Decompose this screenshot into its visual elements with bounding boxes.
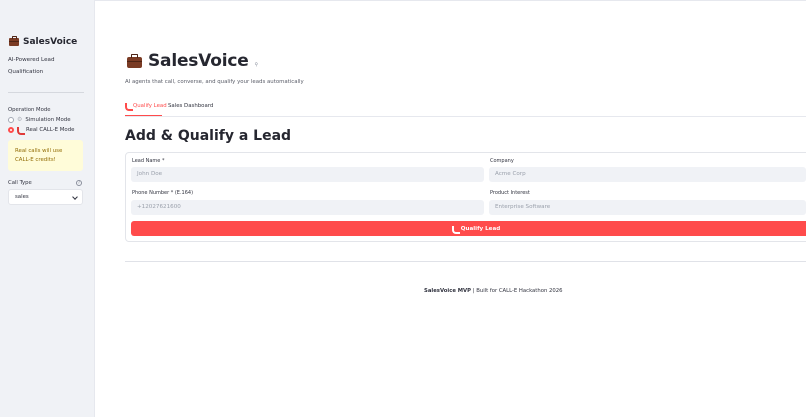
call-type-select[interactable]: sales [8, 189, 83, 205]
radio-button-selected[interactable] [8, 127, 14, 133]
tab-bar: Qualify Lead Sales Dashboard [125, 103, 806, 117]
tab-sales-dashboard[interactable]: Sales Dashboard [168, 103, 213, 109]
radio-button[interactable] [8, 117, 14, 123]
top-border [95, 0, 806, 1]
footer: SalesVoice MVP | Built for CALL-E Hackat… [424, 288, 563, 294]
page-tagline: AI agents that call, converse, and quali… [125, 79, 304, 85]
radio-simulation-mode[interactable]: ⚙ Simulation Mode [8, 117, 71, 123]
call-type-value: sales [15, 194, 29, 200]
main-content: SalesVoice ⚲ AI agents that call, conver… [95, 0, 806, 417]
footer-text: | Built for CALL-E Hackathon 2026 [471, 288, 563, 294]
sidebar: SalesVoice AI-Powered Lead Qualification… [0, 0, 95, 417]
operation-mode-label: Operation Mode [8, 107, 51, 113]
briefcase-icon [9, 36, 19, 46]
qualify-lead-button[interactable]: Qualify Lead [131, 221, 806, 236]
robot-icon: ⚙ [17, 116, 23, 123]
chevron-down-icon [72, 194, 78, 200]
sidebar-brand: SalesVoice [9, 36, 78, 47]
tab-divider [125, 116, 806, 117]
section-heading: Add & Qualify a Lead [125, 128, 292, 144]
radio-label: Real CALL-E Mode [26, 127, 75, 133]
sidebar-subtitle: AI-Powered Lead Qualification [8, 57, 55, 75]
lead-name-input[interactable]: John Doe [131, 167, 484, 182]
sidebar-divider [8, 92, 84, 93]
sidebar-brand-title: SalesVoice [23, 37, 78, 47]
company-input[interactable]: Acme Corp [489, 167, 806, 182]
page-title: SalesVoice [148, 51, 249, 71]
tab-label: Sales Dashboard [168, 103, 214, 109]
call-type-label: Call Type [8, 180, 32, 186]
anchor-link-icon[interactable]: ⚲ [255, 62, 259, 68]
lead-name-label: Lead Name * [132, 158, 165, 164]
footer-brand: SalesVoice MVP [424, 288, 472, 294]
product-interest-label: Product Interest [490, 190, 530, 196]
company-label: Company [490, 158, 514, 164]
tab-label: Qualify Lead [133, 103, 167, 109]
product-interest-input[interactable]: Enterprise Software [489, 200, 806, 215]
tab-qualify-lead[interactable]: Qualify Lead [125, 103, 167, 111]
radio-real-calle-mode[interactable]: Real CALL-E Mode [8, 127, 75, 135]
phone-number-input[interactable]: +12027621600 [131, 200, 484, 215]
help-icon[interactable]: ? [76, 180, 82, 186]
qualify-lead-button-label: Qualify Lead [460, 225, 501, 232]
credits-warning: Real calls will use CALL-E credits! [8, 140, 83, 171]
phone-number-label: Phone Number * (E.164) [132, 190, 194, 196]
phone-icon [451, 225, 460, 234]
horizontal-divider [125, 261, 806, 262]
page-header: SalesVoice ⚲ [127, 51, 258, 71]
radio-label: Simulation Mode [25, 117, 71, 123]
phone-icon [17, 127, 25, 135]
phone-icon [125, 103, 133, 111]
briefcase-icon [127, 54, 142, 68]
